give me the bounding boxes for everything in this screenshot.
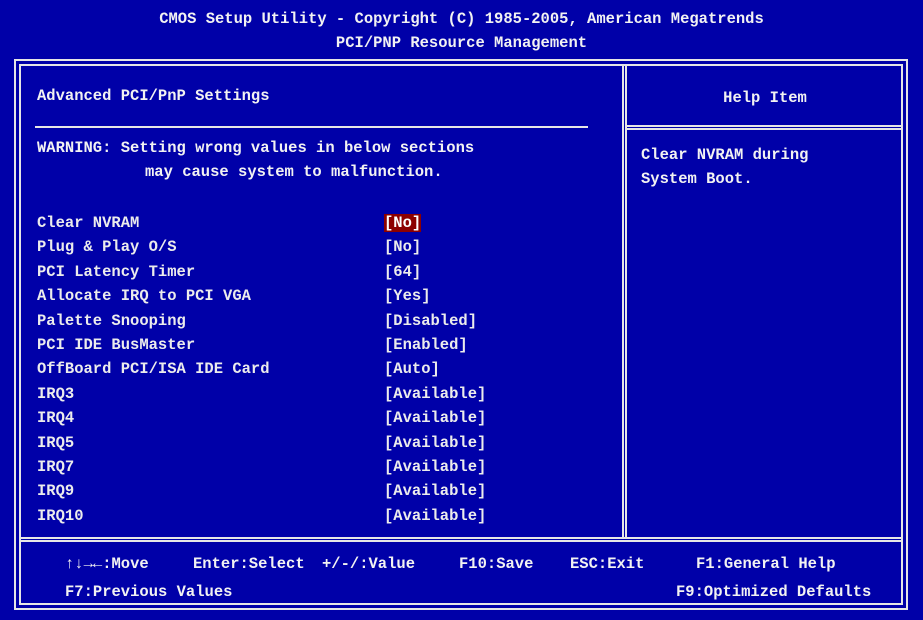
- help-line-1: Clear NVRAM during: [641, 146, 809, 164]
- help-divider: [627, 125, 903, 130]
- setting-label: PCI IDE BusMaster: [37, 335, 196, 354]
- setting-allocate-irq-vga[interactable]: Allocate IRQ to PCI VGA [Yes]: [37, 287, 617, 311]
- help-title: Help Item: [723, 89, 807, 107]
- setting-value[interactable]: [Available]: [384, 458, 486, 476]
- key-previous-values-hint: F7:Previous Values: [65, 583, 233, 601]
- setting-irq10[interactable]: IRQ10 [Available]: [37, 507, 617, 531]
- key-optimized-defaults-hint: F9:Optimized Defaults: [676, 583, 872, 601]
- title-bar: CMOS Setup Utility - Copyright (C) 1985-…: [0, 0, 923, 60]
- setting-label: Clear NVRAM: [37, 214, 140, 232]
- setting-value[interactable]: [Available]: [384, 434, 486, 452]
- setting-value[interactable]: [No]: [384, 238, 421, 256]
- setting-irq7[interactable]: IRQ7 [Available]: [37, 458, 617, 482]
- key-enter-hint: Enter:Select: [193, 555, 305, 573]
- setting-irq4[interactable]: IRQ4 [Available]: [37, 409, 617, 433]
- utility-title: CMOS Setup Utility - Copyright (C) 1985-…: [159, 10, 764, 28]
- key-save-hint: F10:Save: [459, 555, 534, 573]
- footer-divider: [19, 537, 903, 542]
- setting-value-selected[interactable]: [No]: [384, 214, 422, 232]
- setting-label: IRQ5: [37, 433, 75, 452]
- section-rule: [35, 126, 588, 128]
- key-value-hint: +/-/:Value: [322, 555, 416, 573]
- setting-value[interactable]: [Disabled]: [384, 312, 477, 330]
- setting-label: PCI Latency Timer: [37, 262, 196, 281]
- setting-label: Palette Snooping: [37, 311, 186, 330]
- setting-label: Allocate IRQ to PCI VGA: [37, 287, 251, 306]
- setting-value[interactable]: [Auto]: [384, 360, 440, 378]
- setting-value[interactable]: [Available]: [384, 482, 486, 500]
- setting-value[interactable]: [Available]: [384, 409, 486, 427]
- setting-label: IRQ7: [37, 457, 75, 476]
- help-text: Clear NVRAM during System Boot.: [641, 143, 886, 191]
- setting-value[interactable]: [Available]: [384, 385, 486, 403]
- setting-value[interactable]: [Available]: [384, 507, 486, 525]
- key-move-hint: ↑↓→←:Move: [65, 555, 149, 573]
- setting-clear-nvram[interactable]: Clear NVRAM [No]: [37, 214, 617, 238]
- key-exit-hint: ESC:Exit: [570, 555, 645, 573]
- setting-palette-snooping[interactable]: Palette Snooping [Disabled]: [37, 312, 617, 336]
- bios-screen: CMOS Setup Utility - Copyright (C) 1985-…: [0, 0, 923, 620]
- setting-value[interactable]: [Enabled]: [384, 336, 468, 354]
- setting-irq5[interactable]: IRQ5 [Available]: [37, 434, 617, 458]
- setting-irq9[interactable]: IRQ9 [Available]: [37, 482, 617, 506]
- setting-label: IRQ4: [37, 409, 75, 428]
- panel-divider: [622, 64, 627, 538]
- help-line-2: System Boot.: [641, 170, 753, 188]
- setting-value[interactable]: [64]: [384, 263, 421, 281]
- setting-label: IRQ10: [37, 506, 84, 525]
- setting-plug-and-play-os[interactable]: Plug & Play O/S [No]: [37, 238, 617, 262]
- page-title: PCI/PNP Resource Management: [335, 34, 588, 52]
- setting-irq3[interactable]: IRQ3 [Available]: [37, 385, 617, 409]
- setting-offboard-ide-card[interactable]: OffBoard PCI/ISA IDE Card [Auto]: [37, 360, 617, 384]
- setting-label: OffBoard PCI/ISA IDE Card: [37, 360, 270, 379]
- setting-label: Plug & Play O/S: [37, 238, 177, 257]
- setting-value[interactable]: [Yes]: [384, 287, 431, 305]
- section-title: Advanced PCI/PnP Settings: [37, 87, 270, 105]
- warning-line-2: may cause system to malfunction.: [145, 163, 443, 181]
- warning-message: WARNING: Setting wrong values in below s…: [37, 139, 597, 187]
- warning-line-1: WARNING: Setting wrong values in below s…: [37, 139, 475, 157]
- setting-label: IRQ3: [37, 384, 75, 403]
- key-general-help-hint: F1:General Help: [696, 555, 836, 573]
- setting-pci-ide-busmaster[interactable]: PCI IDE BusMaster [Enabled]: [37, 336, 617, 360]
- setting-label: IRQ9: [37, 482, 75, 501]
- settings-list: Clear NVRAM [No] Plug & Play O/S [No] PC…: [37, 214, 617, 531]
- setting-pci-latency-timer[interactable]: PCI Latency Timer [64]: [37, 263, 617, 287]
- key-legend: ↑↓→←:Move Enter:Select +/-/:Value F10:Sa…: [19, 555, 903, 605]
